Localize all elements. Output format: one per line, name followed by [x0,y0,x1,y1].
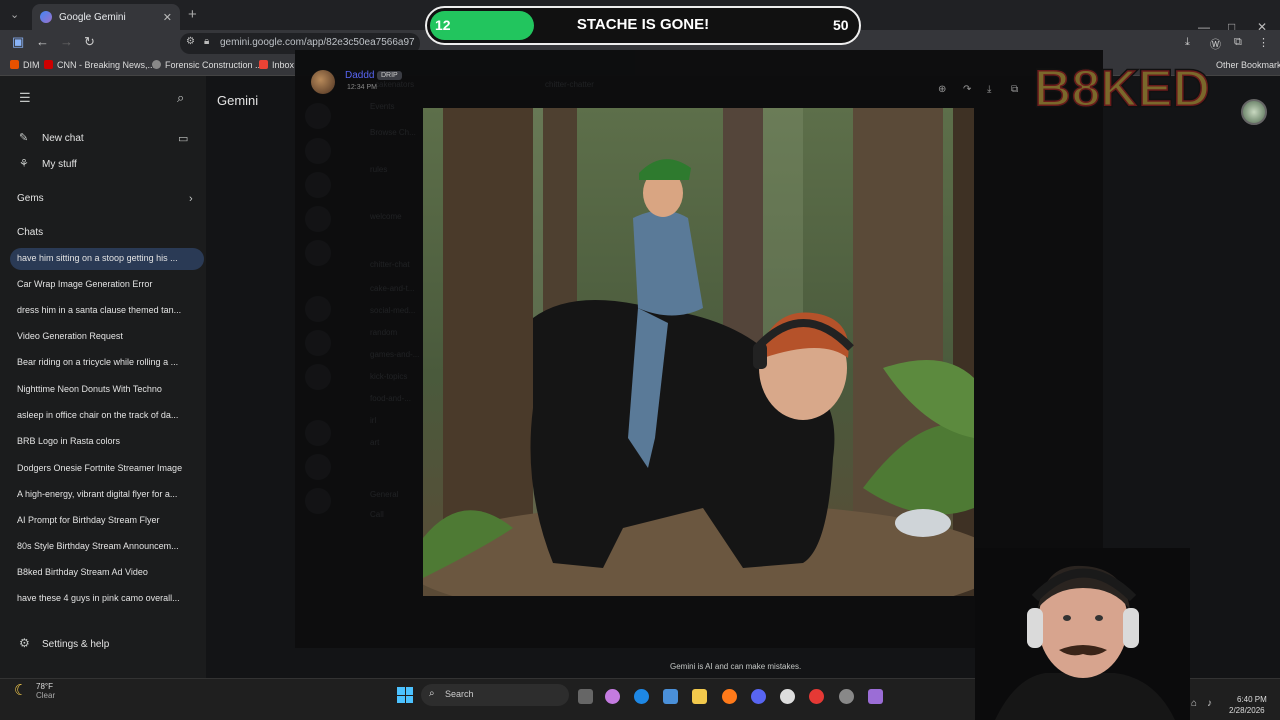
store-icon[interactable] [663,689,678,704]
chat-item[interactable]: AI Prompt for Birthday Stream Flyer [17,515,197,525]
bookmark-dim[interactable]: DIM [10,60,40,70]
volume-icon[interactable]: ♪ [1207,698,1212,709]
avatar[interactable] [311,70,335,94]
settings-help-link[interactable]: Settings & help [42,639,109,650]
clock-date[interactable]: 2/28/2026 [1229,706,1265,715]
new-chat-button[interactable]: New chat [42,133,84,144]
lock-icon: 🔒︎ [204,36,210,47]
tab-google-gemini[interactable]: Google Gemini ✕ [32,4,180,30]
zoom-icon[interactable]: ⊕ [938,84,946,95]
open-external-icon[interactable]: ⧉ [1011,84,1018,95]
share-icon[interactable]: ↷ [963,84,971,95]
gemini-favicon-icon [40,11,52,23]
user-badge: DRIP [377,71,402,80]
tab-close-icon[interactable]: ✕ [163,11,172,24]
my-stuff-icon: ⚘ [19,158,29,170]
other-bookmarks[interactable]: Other Bookmarks [1216,60,1280,70]
generated-image[interactable] [423,108,974,596]
app-icon[interactable] [868,689,883,704]
file-explorer-icon[interactable] [692,689,707,704]
chat-item[interactable]: 80s Style Birthday Stream Announcem... [17,541,197,551]
discord-icon[interactable] [751,689,766,704]
start-button[interactable] [397,687,413,703]
tab-title: Google Gemini [59,11,126,23]
menu-icon[interactable]: ☰ [19,90,31,106]
chat-item[interactable]: Video Generation Request [17,331,197,341]
download-image-icon[interactable]: ⤓ [987,84,991,95]
tab-search-icon[interactable]: ⌄ [10,8,19,21]
settings-app-icon[interactable] [839,689,854,704]
gemini-sidebar: ☰ ⌕ ✎ New chat ▭ ⚘ My stuff Gems › Chats [0,76,206,678]
moon-icon[interactable]: ☾ [14,681,27,699]
chrome-icon[interactable] [780,689,795,704]
search-icon[interactable]: ⌕ [177,90,184,106]
message-author[interactable]: Daddd [345,70,374,81]
webcam-overlay [975,548,1190,720]
goal-max: 50 [833,17,849,33]
goal-title: STACHE IS GONE! [576,16,710,33]
gems-heading[interactable]: Gems [17,193,44,204]
chat-item[interactable]: Nighttime Neon Donuts With Techno [17,384,197,394]
channel-logo: B8KED B8KED [1032,59,1211,119]
clock-time[interactable]: 6:40 PM [1237,695,1267,704]
streamer-webcam-image [975,548,1190,720]
tray-icon[interactable]: ⌂ [1191,698,1197,709]
cnn-icon [44,60,53,69]
new-tab-button[interactable]: + [188,6,197,23]
forward-icon[interactable]: → [60,34,73,49]
extension-w-icon[interactable]: Ⓦ [1210,36,1221,52]
chat-item[interactable]: have these 4 guys in pink camo overall..… [17,593,197,603]
my-stuff-link[interactable]: My stuff [42,159,77,170]
chats-heading: Chats [17,227,44,238]
chat-item[interactable]: Car Wrap Image Generation Error [17,279,197,289]
browser-menu-icon[interactable]: ⋮ [1258,36,1269,49]
bookmark-cnn[interactable]: CNN - Breaking News,... [44,60,155,70]
chat-item[interactable]: Bear riding on a tricycle while rolling … [17,357,197,367]
chat-item[interactable]: Dodgers Onesie Fortnite Streamer Image [17,463,197,473]
avatar[interactable] [1241,99,1267,125]
taskbar-search-label: Search [445,689,474,699]
chat-item[interactable]: asleep in office chair on the track of d… [17,410,197,420]
gmail-icon [259,60,268,69]
task-view-icon[interactable] [578,689,593,704]
gemini-disclaimer: Gemini is AI and can make mistakes. [670,662,802,671]
copilot-icon[interactable] [605,689,620,704]
site-info-icon[interactable]: ⚙ [186,36,195,47]
weather-temperature[interactable]: 78°F [36,682,53,691]
search-icon: ⌕ [429,688,435,699]
bookmark-forensic[interactable]: Forensic Construction ... [152,60,263,70]
download-icon[interactable]: ⤓ [1185,36,1190,49]
taskbar-search[interactable]: ⌕ Search [421,684,569,706]
new-chat-icon: ✎ [19,132,29,144]
extensions-icon[interactable]: ⧉ [1234,36,1242,49]
goal-current: 12 [435,17,451,33]
edge-icon[interactable] [634,689,649,704]
chevron-right-icon[interactable]: › [189,193,193,205]
chat-item[interactable]: B8ked Birthday Stream Ad Video [17,567,197,577]
sidebar-toggle-icon[interactable]: ▣ [12,34,24,50]
firefox-icon[interactable] [722,689,737,704]
chat-item[interactable]: BRB Logo in Rasta colors [17,436,197,446]
reload-icon[interactable]: ↻ [84,34,95,50]
settings-icon: ⚙ [19,636,30,650]
chat-item[interactable]: A high-energy, vibrant digital flyer for… [17,489,197,499]
message-timestamp: 12:34 PM [347,84,377,91]
screen: ⌄ Google Gemini ✕ + — □ ✕ ▣ ← → ↻ ⚙ 🔒︎ g… [0,0,1280,720]
chat-item[interactable]: dress him in a santa clause themed tan..… [17,305,197,315]
globe-icon [152,60,161,69]
weather-condition[interactable]: Clear [36,691,55,700]
temporary-chat-icon[interactable]: ▭ [178,132,188,145]
bookmark-icon [10,60,19,69]
youtube-icon[interactable] [809,689,824,704]
forest-scene-image [423,108,974,596]
url-text: gemini.google.com/app/82e3c50ea7566a97 [220,37,415,48]
back-icon[interactable]: ← [36,34,49,49]
svg-text:B8KED: B8KED [1034,60,1210,118]
gemini-title: Gemini [217,93,259,108]
bookmark-inbox[interactable]: Inbox [259,60,294,70]
chat-item[interactable]: have him sitting on a stoop getting his … [17,253,197,263]
